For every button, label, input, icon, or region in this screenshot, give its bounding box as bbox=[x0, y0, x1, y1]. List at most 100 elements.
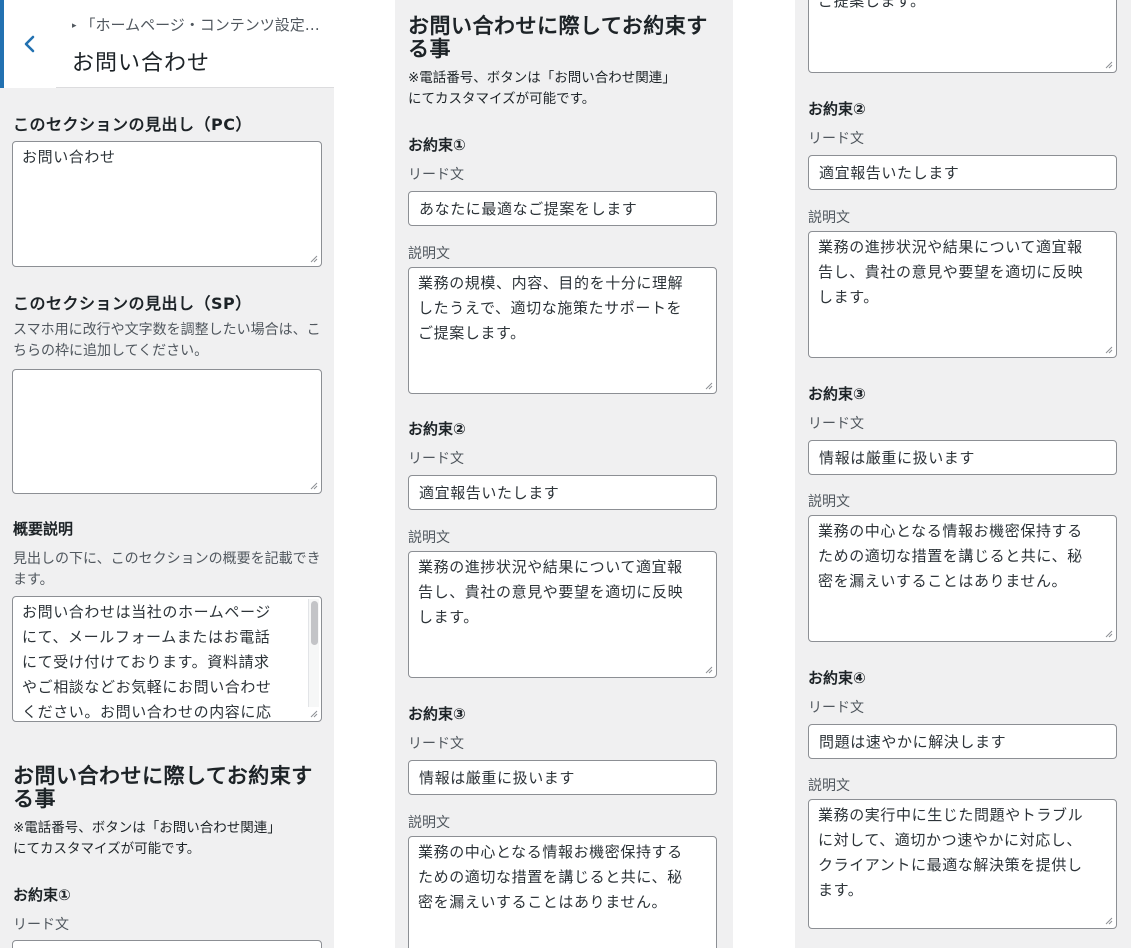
promises-section-title: お問い合わせに際してお約束す る事 bbox=[408, 15, 726, 61]
customizer-panel-view-1: ▸ 「ホームページ・コンテンツ設定… お問い合わせ このセクションの見出し（PC）… bbox=[0, 0, 334, 948]
resize-grip-icon[interactable] bbox=[1104, 345, 1113, 354]
desc-line: 告し、貴社の意見や要望を適切に反映 bbox=[418, 583, 684, 601]
promise-2-lead-label: リード文 bbox=[808, 131, 864, 147]
promise-1-title: お約束① bbox=[13, 886, 71, 904]
overview-label: 概要説明 bbox=[13, 520, 74, 538]
section-header: ▸ 「ホームページ・コンテンツ設定… お問い合わせ bbox=[0, 0, 334, 88]
resize-grip-icon[interactable] bbox=[309, 481, 318, 490]
promises-section-note: ※電話番号、ボタンは「お問い合わせ関連」 にてカスタマイズが可能です。 bbox=[13, 818, 331, 860]
desc-line: 業務の中心となる情報お機密保持する bbox=[818, 522, 1083, 540]
promise-2-desc-textarea[interactable]: 業務の進捗状況や結果について適宜報 告し、貴社の意見や要望を適切に反映 します。 bbox=[808, 231, 1117, 358]
overview-textarea[interactable]: お問い合わせは当社のホームページ にて、メールフォームまたはお電話 にて受け付け… bbox=[12, 596, 322, 722]
promise-3-lead-input[interactable]: 情報は厳重に扱います bbox=[408, 760, 717, 795]
desc-line: します。 bbox=[818, 288, 879, 306]
heading-pc-label: このセクションの見出し（PC） bbox=[13, 115, 252, 134]
note-line: ※電話番号、ボタンは「お問い合わせ関連」 bbox=[13, 820, 281, 836]
section-titles: ▸ 「ホームページ・コンテンツ設定… お問い合わせ bbox=[72, 14, 326, 77]
promises-section-title: お問い合わせに際してお約束す る事 bbox=[13, 765, 328, 811]
promise-1-lead-input[interactable] bbox=[12, 940, 322, 948]
promise-1-desc-label: 説明文 bbox=[408, 246, 450, 262]
desc-line: 業務の規模、内容、目的を十分に理解 bbox=[418, 274, 684, 292]
promise-1-desc-textarea[interactable]: 業務の規模、内容、目的を十分に理解 したうえで、適切な施策たサポートを ご提案し… bbox=[408, 267, 717, 394]
promise-3-lead-label: リード文 bbox=[808, 416, 864, 432]
promise-3-desc-label: 説明文 bbox=[808, 494, 850, 510]
resize-grip-icon[interactable] bbox=[1104, 916, 1113, 925]
breadcrumb: ▸ 「ホームページ・コンテンツ設定… bbox=[72, 14, 326, 35]
desc-line: ご提案します。 bbox=[818, 0, 926, 10]
resize-grip-icon[interactable] bbox=[309, 254, 318, 263]
overview-line: やご相談などお気軽にお問い合わせ bbox=[22, 678, 272, 696]
promise-4-title: お約束④ bbox=[808, 669, 866, 687]
desc-line: 業務の進捗状況や結果について適宜報 bbox=[418, 558, 683, 576]
overview-line: ください。お問い合わせの内容に応 bbox=[22, 703, 272, 721]
promise-2-desc-label: 説明文 bbox=[808, 210, 850, 226]
desc-line: ための適切な措置を講じると共に、秘 bbox=[418, 868, 683, 886]
heading-sp-label: このセクションの見出し（SP） bbox=[13, 294, 252, 313]
promises-title-line: る事 bbox=[408, 37, 451, 61]
resize-grip-icon[interactable] bbox=[309, 709, 318, 718]
desc-line: 業務の中心となる情報お機密保持する bbox=[418, 843, 683, 861]
promise-4-desc-textarea[interactable]: 業務の実行中に生じた問題やトラブル に対して、適切かつ速やかに対応し、 クライア… bbox=[808, 799, 1117, 929]
heading-sp-textarea[interactable] bbox=[12, 369, 322, 494]
desc-line: 密を漏えいすることはありません。 bbox=[418, 893, 668, 911]
customizer-panel-view-3: ご提案します。 お約束② リード文 適宜報告いたします 説明文 業務の進捗状況や… bbox=[795, 0, 1131, 948]
section-title: お問い合わせ bbox=[72, 51, 211, 76]
desc-line: ご提案します。 bbox=[418, 324, 526, 342]
resize-grip-icon[interactable] bbox=[704, 665, 713, 674]
promise-1-lead-label: リード文 bbox=[408, 167, 464, 183]
overview-line: お問い合わせは当社のホームページ bbox=[22, 603, 271, 621]
note-line: にてカスタマイズが可能です。 bbox=[408, 91, 596, 107]
triangle-right-icon: ▸ bbox=[72, 21, 77, 31]
note-line: にてカスタマイズが可能です。 bbox=[13, 841, 201, 857]
heading-pc-textarea[interactable]: お問い合わせ bbox=[12, 141, 322, 267]
promise-1-lead-value: あなたに最適なご提案をします bbox=[419, 200, 638, 218]
promise-4-lead-value: 問題は速やかに解決します bbox=[819, 733, 1007, 751]
desc-line: ための適切な措置を講じると共に、秘 bbox=[818, 547, 1083, 565]
promise-2-title: お約束② bbox=[408, 420, 466, 438]
promise-2-lead-value: 適宜報告いたします bbox=[419, 484, 560, 502]
promise-2-desc-label: 説明文 bbox=[408, 530, 450, 546]
promise-3-title: お約束③ bbox=[808, 385, 866, 403]
heading-pc-value: お問い合わせ bbox=[22, 148, 116, 166]
desc-line: 密を漏えいすることはありません。 bbox=[818, 572, 1068, 590]
textarea-scrollbar[interactable] bbox=[308, 599, 319, 707]
overview-description: 見出しの下に、このセクションの概要を記載できます。 bbox=[13, 551, 321, 588]
promise-2-title: お約束② bbox=[808, 100, 866, 118]
resize-grip-icon[interactable] bbox=[1104, 60, 1113, 69]
promise-1-lead-label: リード文 bbox=[13, 917, 69, 933]
desc-line: 業務の進捗状況や結果について適宜報 bbox=[818, 238, 1083, 256]
promise-3-title: お約束③ bbox=[408, 705, 466, 723]
resize-grip-icon[interactable] bbox=[1104, 629, 1113, 638]
customizer-panel-view-2: お問い合わせに際してお約束す る事 ※電話番号、ボタンは「お問い合わせ関連」 に… bbox=[395, 0, 733, 948]
promises-section-note: ※電話番号、ボタンは「お問い合わせ関連」 にてカスタマイズが可能です。 bbox=[408, 68, 730, 110]
back-button[interactable] bbox=[0, 0, 56, 88]
promises-title-line: る事 bbox=[13, 787, 56, 811]
promise-2-lead-input[interactable]: 適宜報告いたします bbox=[408, 475, 717, 510]
promise-4-desc-label: 説明文 bbox=[808, 778, 850, 794]
overview-line: にて受け付けております。資料請求 bbox=[22, 653, 270, 671]
promise-3-lead-value: 情報は厳重に扱います bbox=[419, 769, 576, 787]
desc-line: に対して、適切かつ速やかに対応し、 bbox=[818, 831, 1083, 849]
promise-1-lead-input[interactable]: あなたに最適なご提案をします bbox=[408, 191, 717, 226]
breadcrumb-text: 「ホームページ・コンテンツ設定… bbox=[80, 16, 320, 34]
promise-2-lead-label: リード文 bbox=[408, 451, 464, 467]
promise-2-desc-textarea[interactable]: 業務の進捗状況や結果について適宜報 告し、貴社の意見や要望を適切に反映 します。 bbox=[408, 551, 717, 678]
promise-3-desc-textarea[interactable]: 業務の中心となる情報お機密保持する ための適切な措置を講じると共に、秘 密を漏え… bbox=[408, 836, 717, 948]
promises-title-line: お問い合わせに際してお約束す bbox=[408, 14, 708, 38]
promise-3-lead-input[interactable]: 情報は厳重に扱います bbox=[808, 440, 1117, 475]
promise-4-lead-input[interactable]: 問題は速やかに解決します bbox=[808, 724, 1117, 759]
desc-line: クライアントに最適な解決策を提供し bbox=[818, 856, 1083, 874]
promise-2-lead-input[interactable]: 適宜報告いたします bbox=[808, 155, 1117, 190]
desc-line: 告し、貴社の意見や要望を適切に反映 bbox=[818, 263, 1084, 281]
promise-3-desc-textarea[interactable]: 業務の中心となる情報お機密保持する ための適切な措置を講じると共に、秘 密を漏え… bbox=[808, 515, 1117, 642]
desc-line: 業務の実行中に生じた問題やトラブル bbox=[818, 806, 1084, 824]
promise-1-title: お約束① bbox=[408, 136, 466, 154]
note-line: ※電話番号、ボタンは「お問い合わせ関連」 bbox=[408, 70, 676, 86]
resize-grip-icon[interactable] bbox=[704, 381, 713, 390]
chevron-left-icon bbox=[24, 35, 35, 53]
promise-3-desc-label: 説明文 bbox=[408, 815, 450, 831]
desc-line: します。 bbox=[418, 608, 479, 626]
promise-3-lead-value: 情報は厳重に扱います bbox=[819, 449, 976, 467]
promise-1-desc-textarea[interactable]: ご提案します。 bbox=[808, 0, 1117, 73]
scrollbar-thumb[interactable] bbox=[311, 601, 318, 645]
